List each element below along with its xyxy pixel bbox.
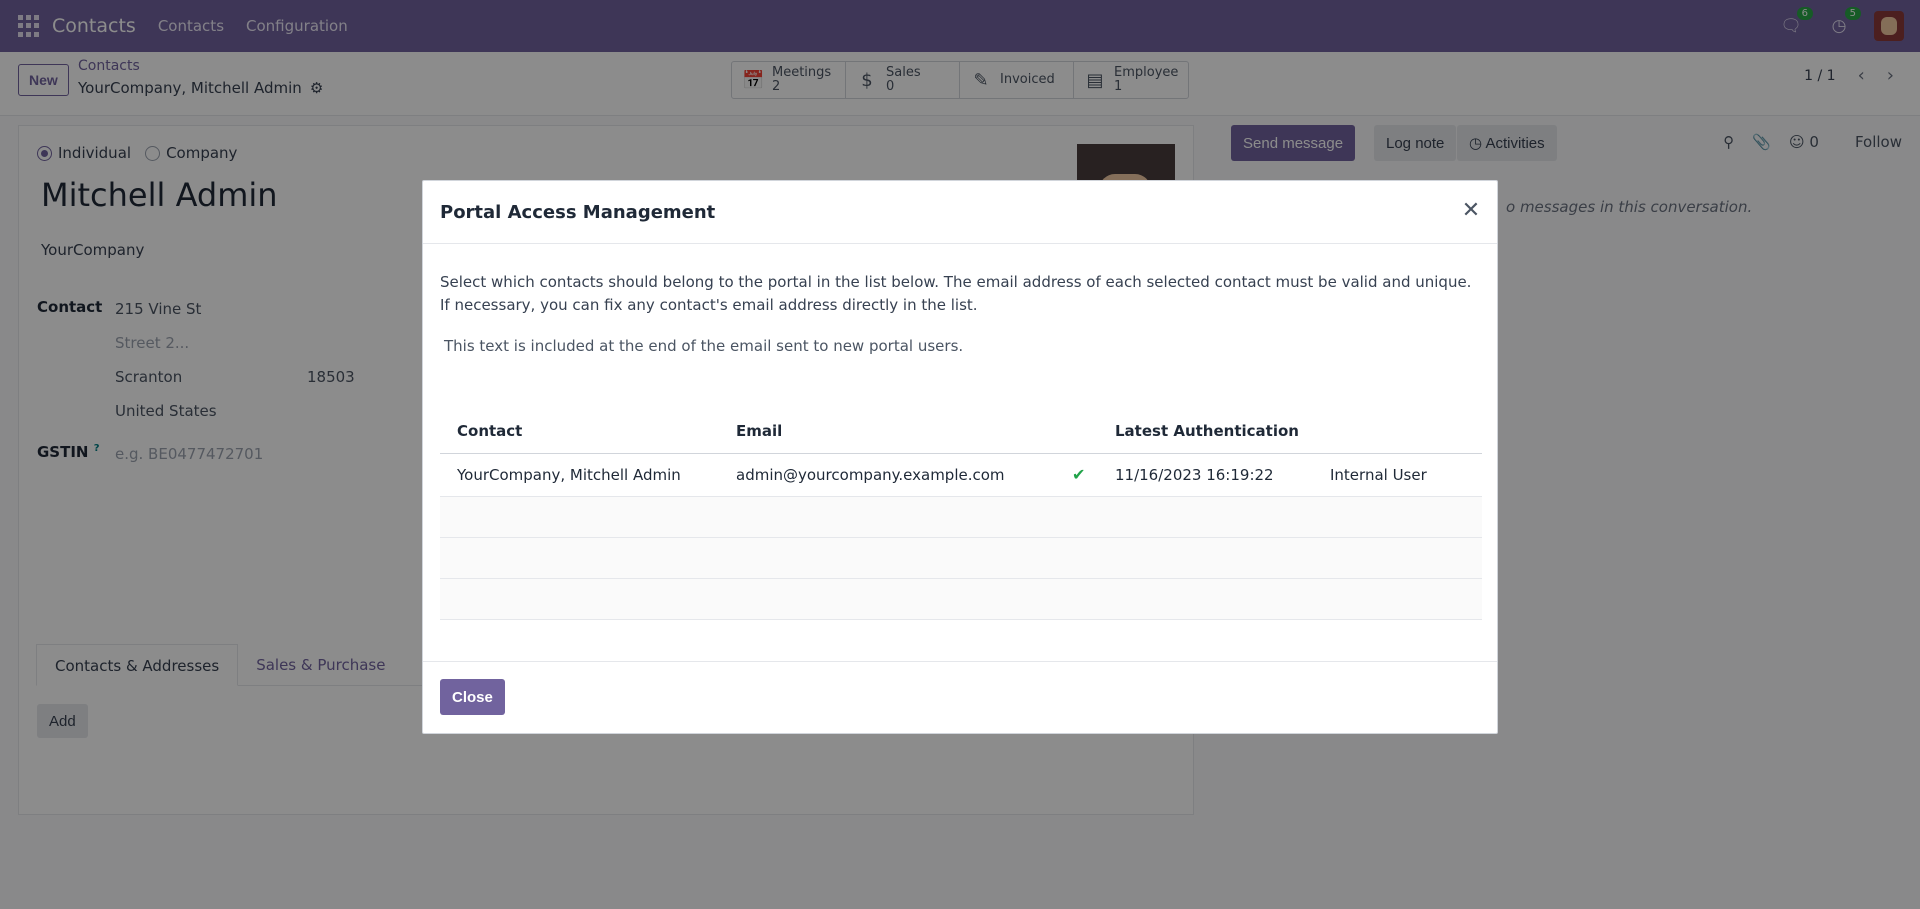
row-status: Internal User: [1313, 453, 1482, 497]
close-icon[interactable]: ✕: [1461, 200, 1481, 222]
column-status-icon: [1055, 409, 1098, 454]
dialog-title: Portal Access Management: [440, 201, 716, 223]
empty-row: [440, 578, 1482, 620]
row-contact: YourCompany, Mitchell Admin: [440, 453, 719, 497]
column-action: [1313, 409, 1482, 454]
column-contact[interactable]: Contact: [440, 409, 719, 454]
empty-row: [440, 496, 1482, 538]
close-button[interactable]: Close: [440, 679, 505, 715]
empty-cell: [440, 496, 1482, 538]
dialog-header: Portal Access Management: [423, 181, 1497, 244]
column-email[interactable]: Email: [719, 409, 1055, 454]
table-row[interactable]: YourCompany, Mitchell Admin admin@yourco…: [440, 453, 1482, 497]
check-icon: ✔: [1055, 453, 1098, 497]
dialog-body: Select which contacts should belong to t…: [440, 245, 1482, 620]
portal-users-table: Contact Email Latest Authentication Your…: [440, 409, 1482, 620]
welcome-message-note[interactable]: This text is included at the end of the …: [444, 337, 1480, 355]
empty-cell: [440, 578, 1482, 620]
row-email[interactable]: admin@yourcompany.example.com: [719, 453, 1055, 497]
dialog-intro: Select which contacts should belong to t…: [440, 273, 1472, 314]
empty-row: [440, 537, 1482, 579]
table-header-row: Contact Email Latest Authentication: [440, 409, 1482, 454]
row-latest-auth: 11/16/2023 16:19:22: [1098, 453, 1313, 497]
dialog-footer: [423, 661, 1497, 662]
portal-access-dialog: Portal Access Management ✕ Select which …: [422, 180, 1498, 734]
column-latest-auth[interactable]: Latest Authentication: [1098, 409, 1313, 454]
empty-cell: [440, 537, 1482, 579]
